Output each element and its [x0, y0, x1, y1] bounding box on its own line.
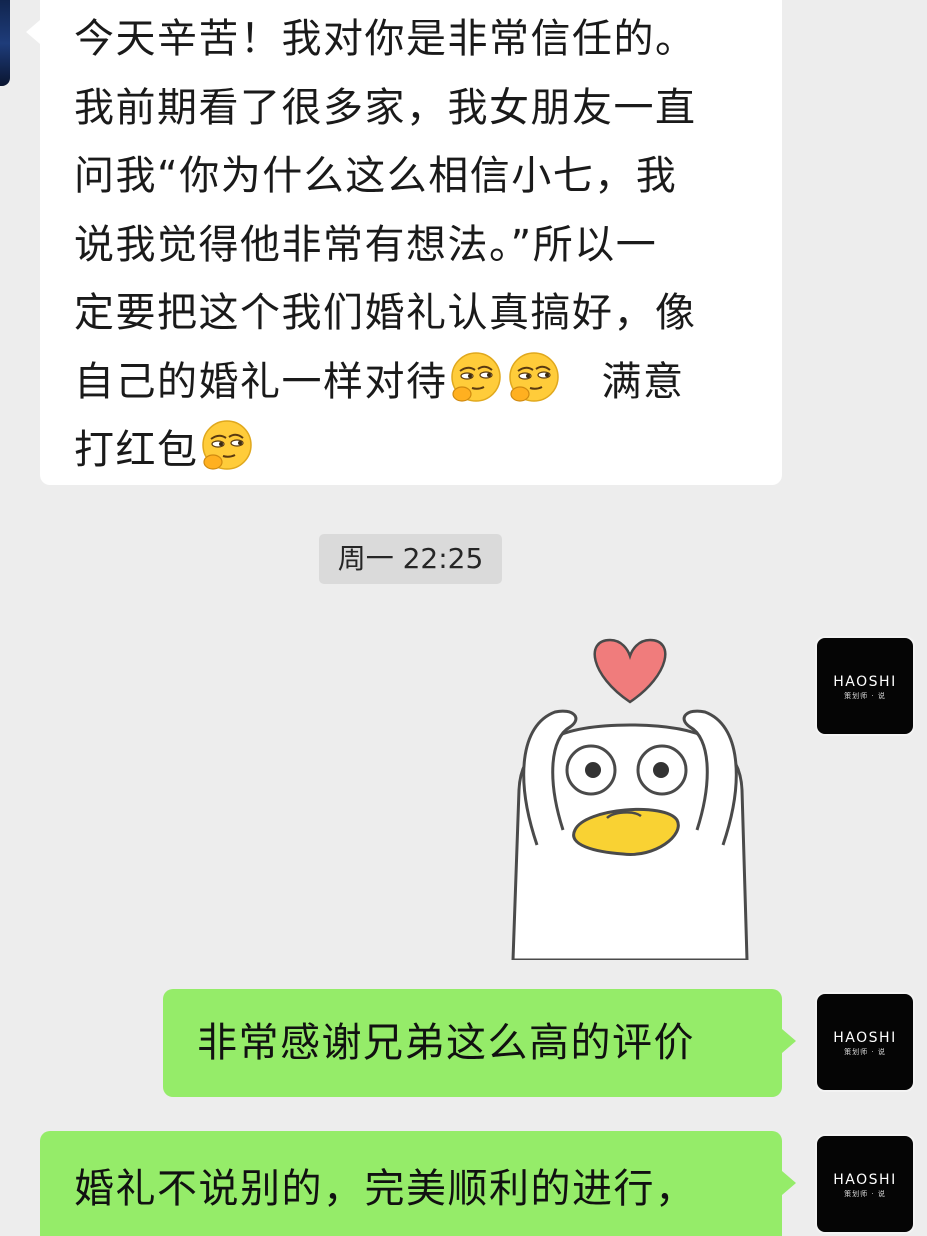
message-line: 说我觉得他非常有想法。”所以一 — [74, 221, 658, 268]
self-avatar[interactable]: HAOSHI 策划师 · 说 — [815, 636, 915, 736]
duck-heart-sticker-icon[interactable] — [495, 630, 765, 960]
message-text: 满意 — [601, 358, 685, 405]
message-text: 非常感谢兄弟这么高的评价 — [197, 1020, 695, 1066]
message-line: 定要把这个我们婚礼认真搞好，像 — [74, 290, 697, 336]
avatar-brand: HAOSHI — [833, 674, 897, 690]
chat-window: 今天辛苦！我对你是非常信任的。 我前期看了很多家，我女朋友一直 问我“你为什么这… — [0, 0, 927, 1236]
message-line: 婚礼不说别的，完美顺利的进行， — [74, 1166, 697, 1212]
smirk-emoji-icon — [508, 351, 559, 402]
contact-avatar[interactable] — [0, 0, 10, 86]
message-line: 打红包 — [74, 416, 758, 485]
message-text: 自己的婚礼一样对待 — [74, 358, 448, 405]
avatar-subtext: 策划师 · 说 — [844, 1190, 886, 1198]
avatar-brand: HAOSHI — [833, 1030, 897, 1046]
smirk-emoji-icon — [450, 351, 501, 402]
smirk-emoji-icon — [201, 420, 252, 470]
message-line: 问我“你为什么这么相信小七，我 — [74, 153, 678, 199]
self-avatar[interactable]: HAOSHI 策划师 · 说 — [815, 1134, 915, 1234]
avatar-subtext: 策划师 · 说 — [844, 692, 886, 700]
avatar-subtext: 策划师 · 说 — [844, 1048, 886, 1056]
outgoing-message-bubble[interactable]: 婚礼不说别的，完美顺利的进行， 是我箱本行，给你留多留学来是我 — [40, 1131, 796, 1236]
incoming-message-bubble[interactable]: 今天辛苦！我对你是非常信任的。 我前期看了很多家，我女朋友一直 问我“你为什么这… — [26, 0, 782, 485]
message-line: 是我箱本行，给你留多留学来是我 — [74, 1223, 782, 1236]
avatar-brand: HAOSHI — [833, 1172, 897, 1188]
message-timestamp: 周一 22:25 — [319, 534, 502, 584]
outgoing-message-bubble[interactable]: 非常感谢兄弟这么高的评价 — [163, 989, 796, 1097]
message-text: 打红包 — [74, 427, 199, 473]
message-line: 自己的婚礼一样对待 满意 — [74, 348, 758, 417]
message-line: 今天辛苦！我对你是非常信任的。 — [74, 16, 697, 62]
self-avatar[interactable]: HAOSHI 策划师 · 说 — [815, 992, 915, 1092]
message-line: 我前期看了很多家，我女朋友一直 — [74, 84, 697, 131]
